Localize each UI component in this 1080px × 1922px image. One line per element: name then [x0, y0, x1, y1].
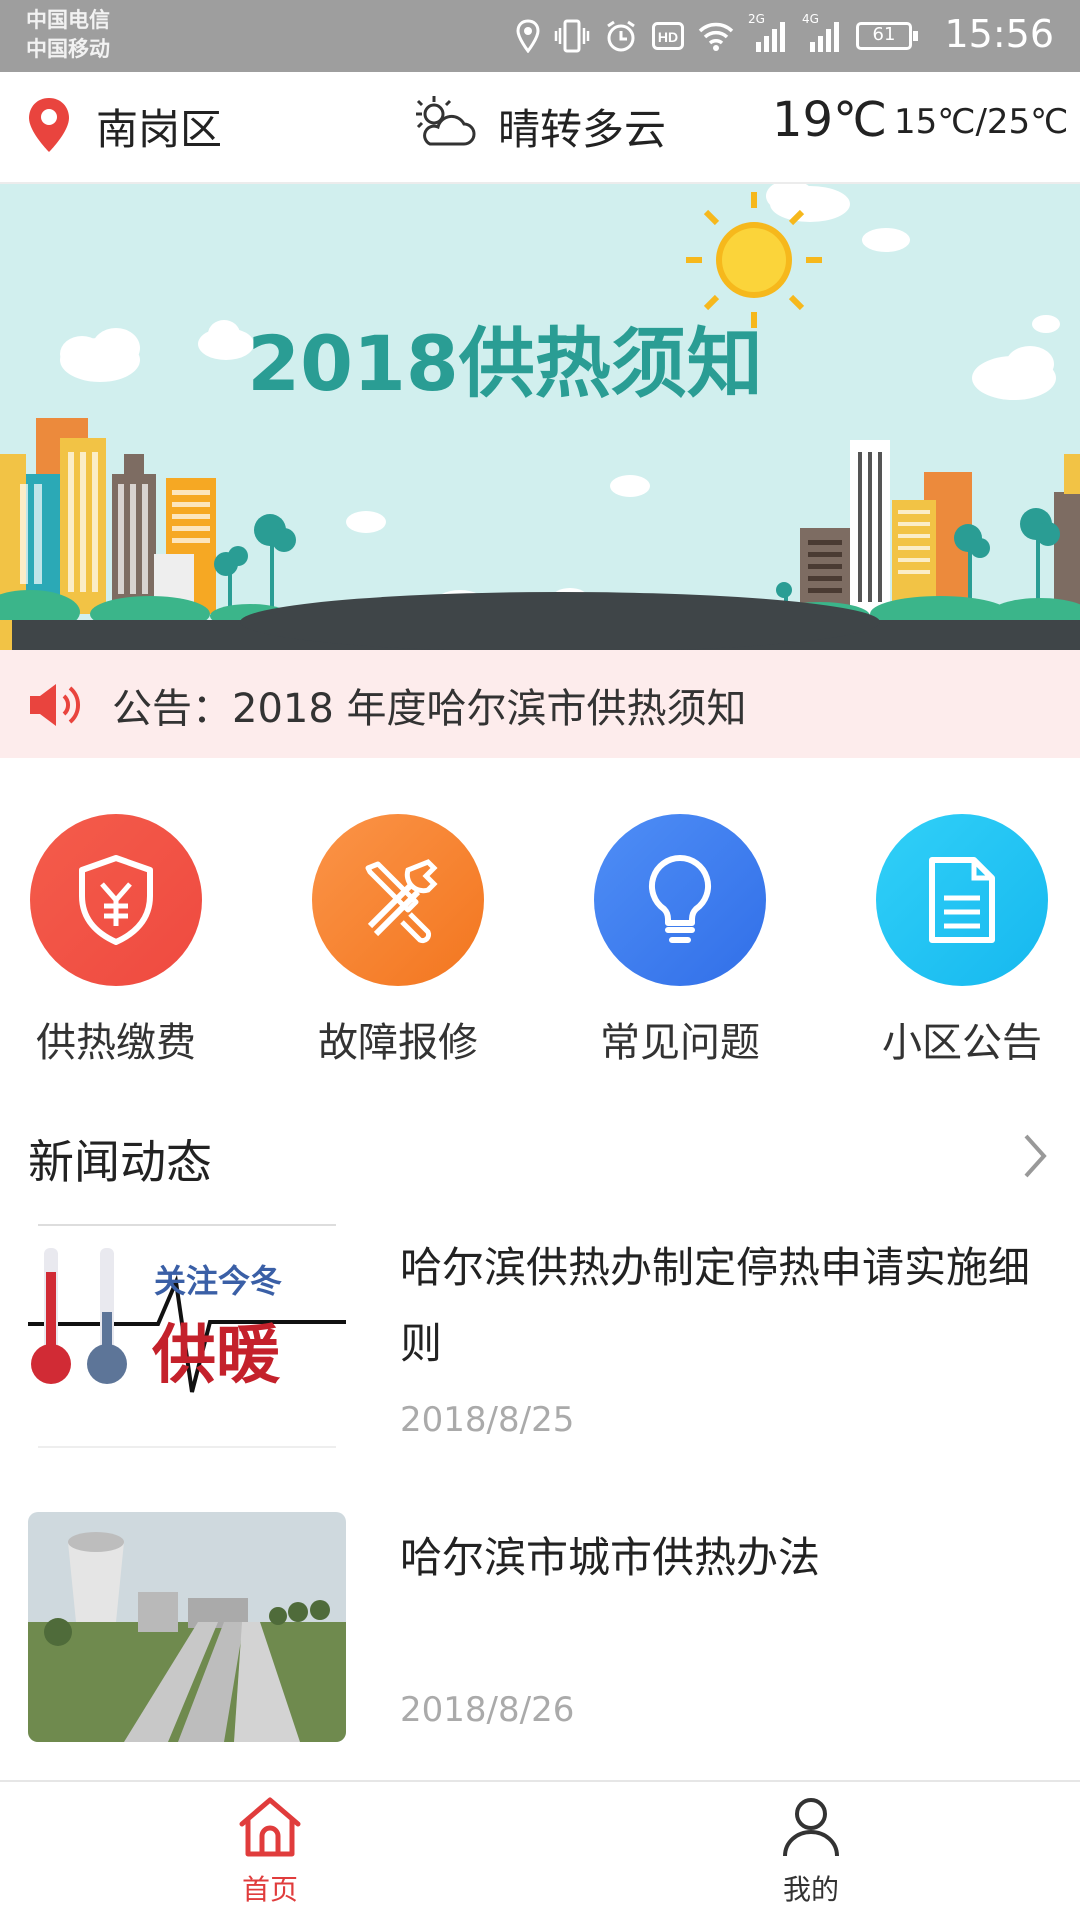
quick-action-community-notice[interactable]: 小区公告: [876, 814, 1048, 1068]
battery-icon: 61: [856, 22, 918, 50]
news-headline: 哈尔滨市城市供热办法: [400, 1533, 821, 1582]
news-date: 2018/8/25: [400, 1400, 575, 1440]
tab-mine[interactable]: 我的: [731, 1796, 891, 1908]
svg-text:HD: HD: [658, 29, 678, 45]
district-name[interactable]: 南岗区: [96, 96, 222, 157]
vibrate-icon: [554, 19, 590, 53]
current-temperature: 19℃: [772, 92, 887, 148]
notice-bar[interactable]: 公告：2018 年度哈尔滨市供热须知: [0, 650, 1080, 758]
bottom-tab-bar: 首页 我的: [0, 1780, 1080, 1922]
tab-home-label: 首页: [241, 1873, 298, 1906]
status-time: 15:56: [944, 12, 1054, 56]
status-icons: HD 2G 4G 61: [516, 12, 918, 58]
tab-mine-label: 我的: [782, 1873, 839, 1906]
news-thumbnail: [28, 1512, 346, 1742]
user-icon: [783, 1798, 839, 1857]
news-date: 2018/8/26: [400, 1690, 575, 1730]
carrier-1: 中国电信: [26, 8, 110, 32]
news-section-title: 新闻动态: [28, 1135, 212, 1189]
hd-icon: HD: [652, 22, 684, 50]
news-headline: 哈尔滨供热办制定停热申请实施细则: [400, 1243, 1031, 1368]
quick-action-label: 故障报修: [318, 1020, 478, 1066]
quick-action-circle: [312, 814, 484, 986]
temperature-range: 15℃/25℃: [894, 102, 1069, 142]
alarm-icon: [607, 20, 635, 52]
signal-icon: 4G: [802, 12, 842, 54]
notice-text: 公告：2018 年度哈尔滨市供热须知: [112, 686, 747, 732]
banner-illustration: [0, 184, 1080, 650]
carrier-2: 中国移动: [26, 37, 110, 61]
speaker-icon: [30, 684, 81, 726]
thumb-text-2: 供暖: [152, 1319, 280, 1393]
carrier-info: 中国电信 中国移动: [26, 6, 110, 64]
status-bar: 中国电信 中国移动 HD 2G 4G 61 15:56: [0, 0, 1080, 72]
wifi-icon: [698, 22, 734, 51]
news-thumbnail: 关注今冬 供暖: [28, 1222, 346, 1452]
location-icon: [516, 19, 540, 53]
quick-action-label: 小区公告: [882, 1020, 1042, 1066]
news-item[interactable]: 关注今冬 供暖 哈尔滨供热办制定停热申请实施细则 2018/8/25: [0, 1222, 1080, 1458]
quick-action-circle: [876, 814, 1048, 986]
banner-title: 2018供热须知: [247, 319, 763, 408]
heating-pipeline-image: [28, 1512, 346, 1742]
quick-action-heating-payment[interactable]: 供热缴费: [30, 814, 202, 1068]
quick-action-circle: [594, 814, 766, 986]
tab-home[interactable]: 首页: [190, 1796, 350, 1908]
quick-action-faq[interactable]: 常见问题: [594, 814, 766, 1068]
news-item[interactable]: 哈尔滨市城市供热办法 2018/8/26: [0, 1512, 1080, 1748]
lightbulb-icon: [649, 855, 711, 943]
document-icon: [929, 857, 995, 943]
thumb-text-1: 关注今冬: [154, 1262, 283, 1300]
battery-level: 61: [872, 24, 896, 45]
sun-cloud-icon: [416, 96, 476, 146]
quick-action-repair[interactable]: 故障报修: [312, 814, 484, 1068]
quick-action-label: 供热缴费: [36, 1020, 196, 1066]
home-icon: [239, 1797, 301, 1857]
signal-icon: 2G: [748, 12, 788, 54]
location-pin-icon[interactable]: [26, 96, 72, 154]
location-weather-header: 南岗区 晴转多云 19℃ 15℃/25℃: [0, 72, 1080, 184]
quick-action-label: 常见问题: [600, 1020, 760, 1066]
wrench-screwdriver-icon: [365, 859, 438, 944]
weather-text: 晴转多云: [498, 105, 667, 154]
banner[interactable]: 2018供热须知: [0, 184, 1080, 650]
chevron-right-icon[interactable]: [1020, 1132, 1050, 1180]
yuan-shield-icon: [79, 855, 153, 945]
quick-action-circle: [30, 814, 202, 986]
